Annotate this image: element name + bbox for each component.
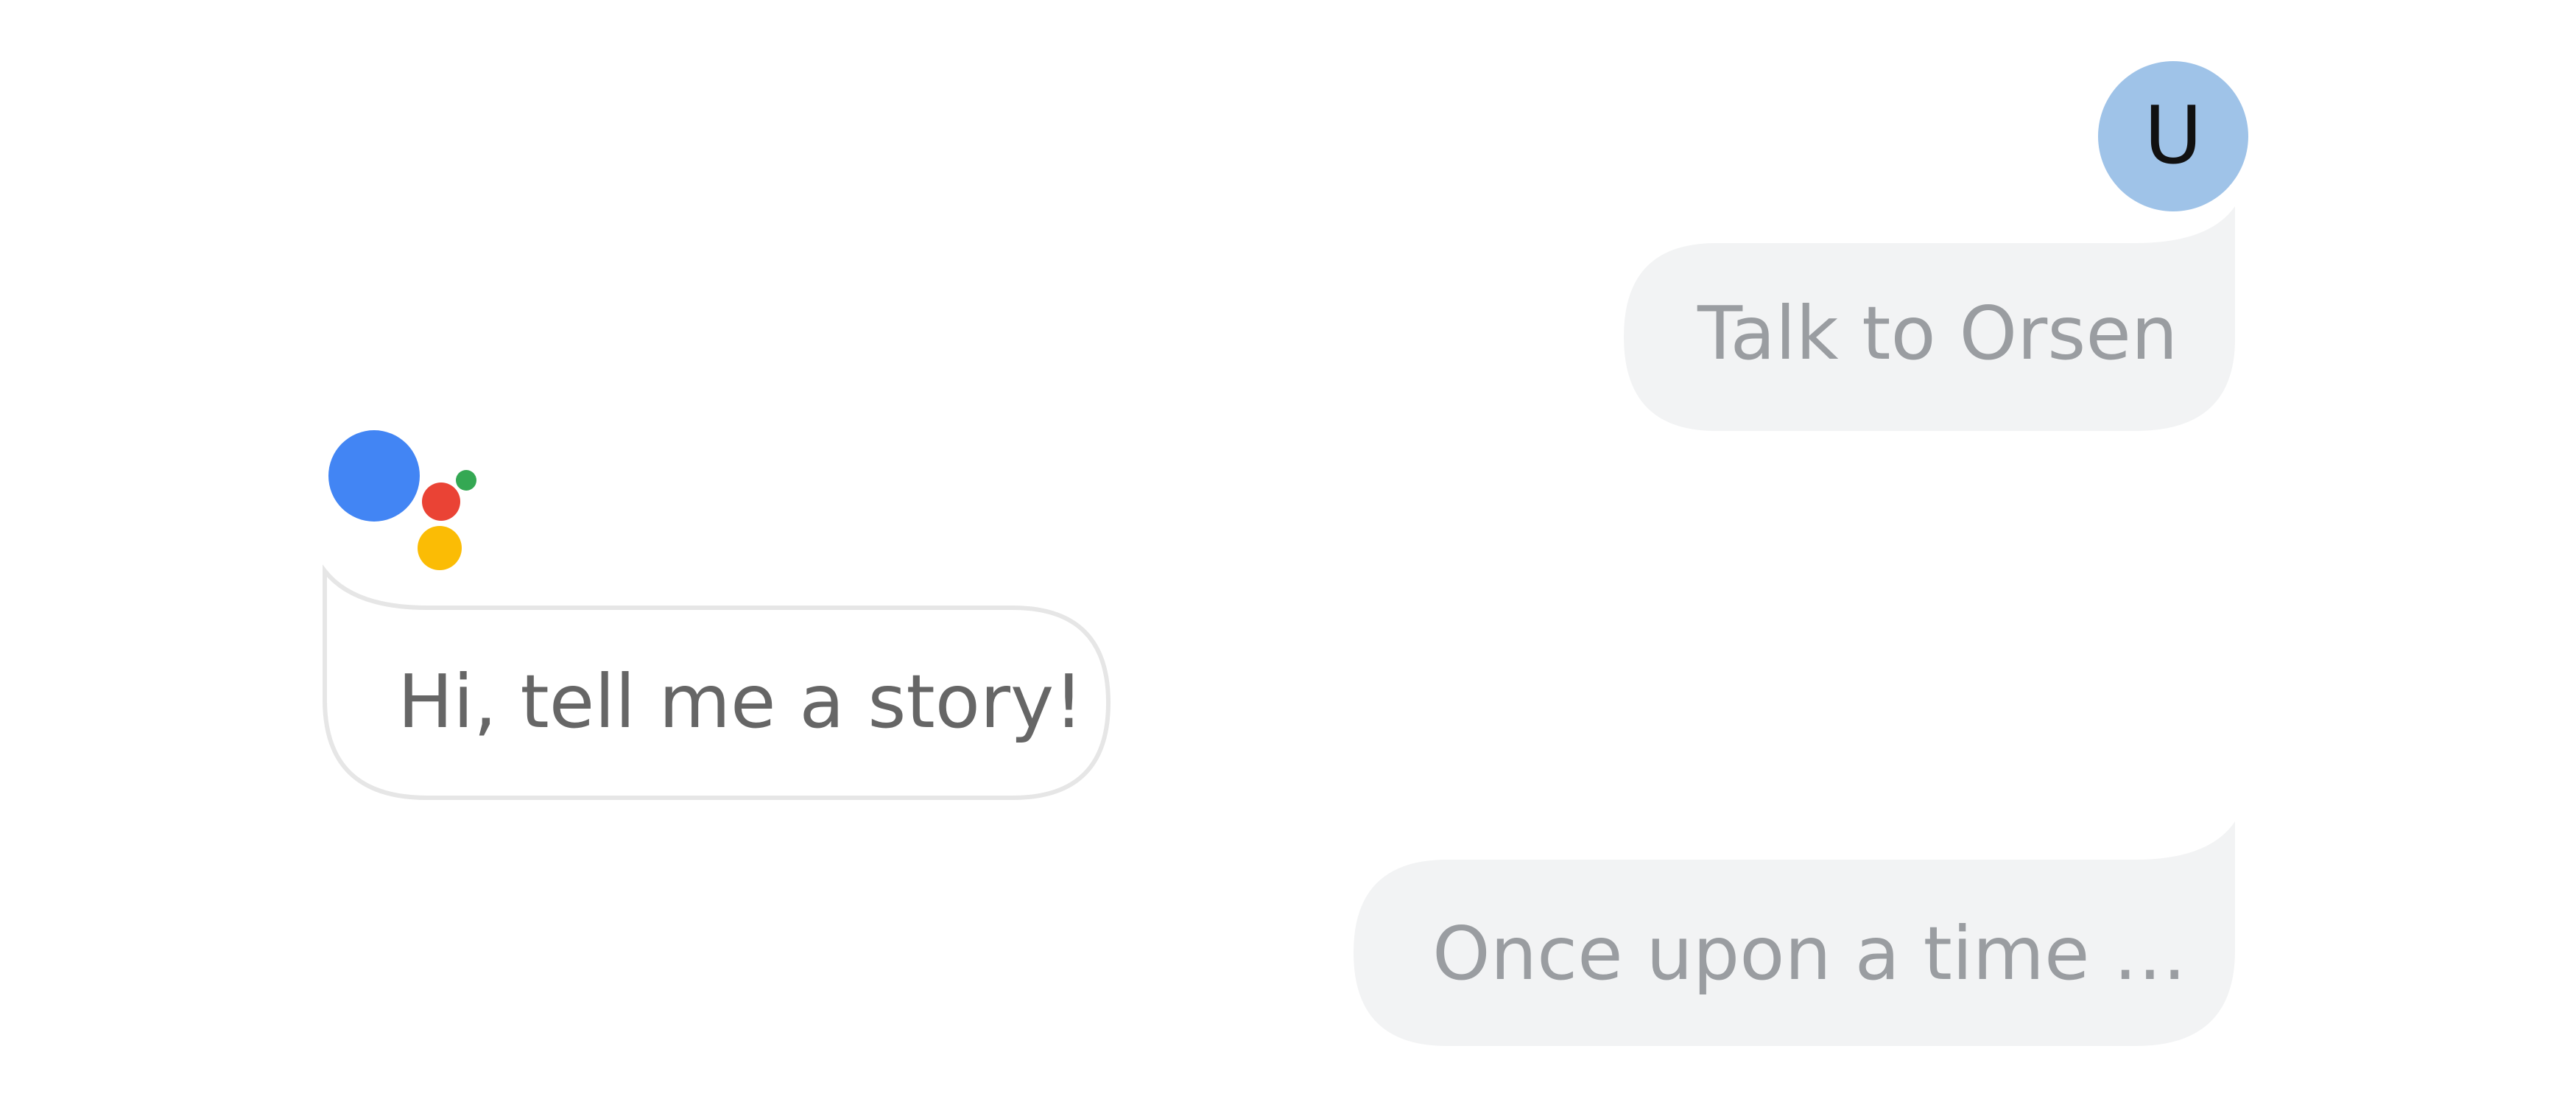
assistant-green-dot [456,470,476,491]
user-avatar-letter: U [2144,90,2203,182]
user-message-1: Talk to Orsen [1697,290,2178,376]
assistant-message: Hi, tell me a story! [398,659,1084,745]
user-message-2: Once upon a time … [1432,910,2187,997]
user-avatar: U [2098,61,2248,211]
assistant-blue-dot [328,430,420,522]
assistant-yellow-dot [418,526,462,570]
assistant-red-dot [422,482,460,521]
